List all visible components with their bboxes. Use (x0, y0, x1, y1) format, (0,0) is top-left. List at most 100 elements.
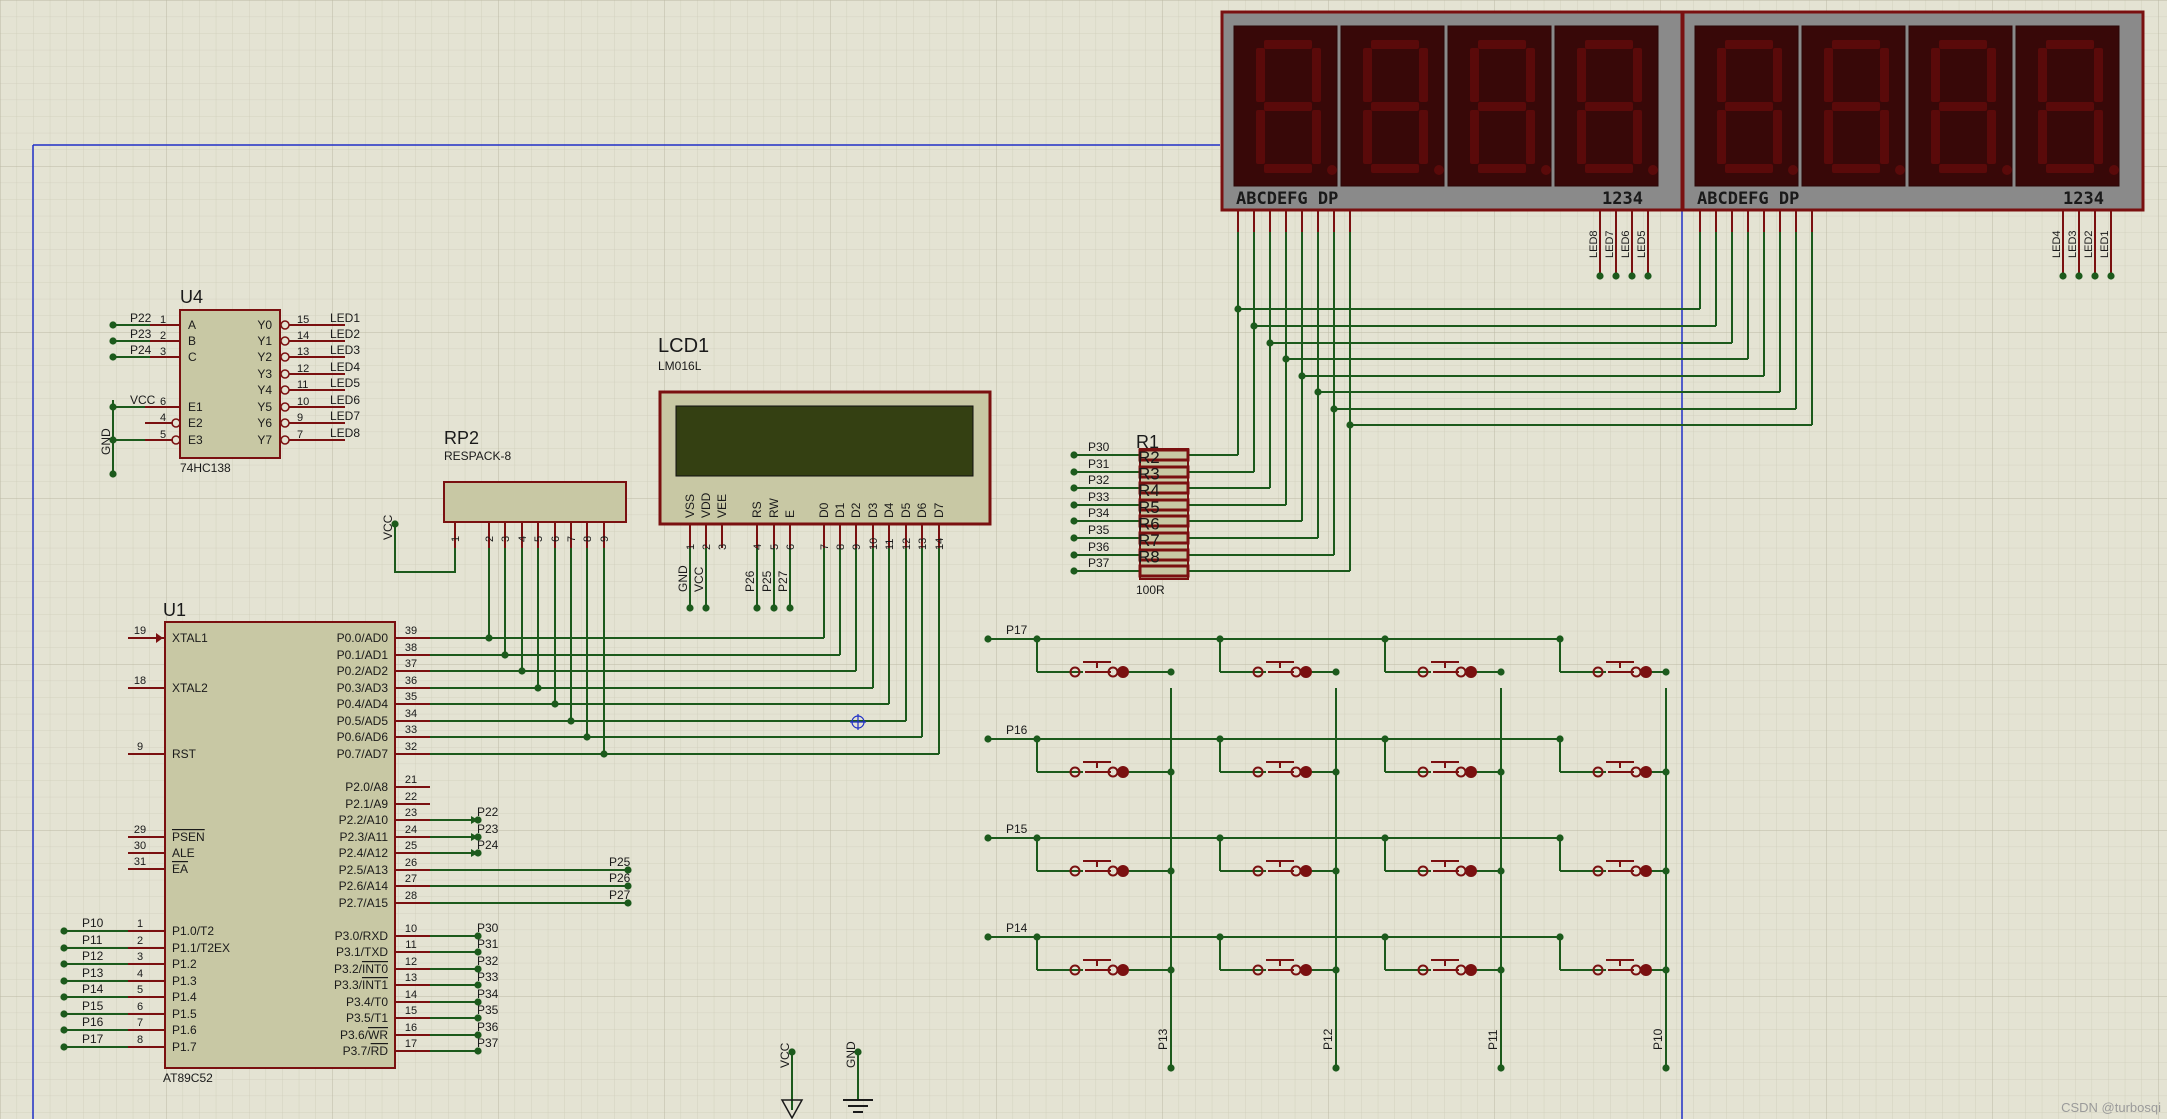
junction-dot (60, 1026, 68, 1034)
seg-segment (1585, 102, 1633, 111)
u1-net-label: P22 (477, 805, 499, 819)
lcd-pin-num: 2 (701, 544, 713, 550)
u1-pin-num: 36 (405, 675, 417, 687)
u4-pin-name: E2 (188, 416, 203, 430)
u1-net-label: P17 (82, 1032, 104, 1046)
u1-net-label: P23 (477, 822, 499, 836)
u1-pin-num: 3 (137, 951, 143, 963)
r1-net-label: P36 (1088, 540, 1110, 554)
u1-pin-name: P2.6/A14 (339, 879, 389, 893)
seg-segment (1832, 102, 1880, 111)
lcd-pin-num: 11 (884, 539, 896, 550)
lcd-pin-num: 6 (785, 544, 797, 550)
junction-dot (1167, 768, 1175, 776)
keypad-row-label: P16 (1006, 723, 1028, 737)
u1-pin-name: EA (172, 862, 188, 876)
seg-segment (2094, 110, 2103, 164)
u4-pin-num: 11 (297, 379, 308, 391)
u1-net-label: P32 (477, 954, 499, 968)
seg-segment (1264, 40, 1312, 49)
u1-ref: U1 (163, 600, 186, 620)
u1-pin-name: P3.7/RD (343, 1044, 389, 1058)
schematic-canvas: U474HC138A1P22B2P23C3P24E16VCCE24E35GNDY… (0, 0, 2167, 1119)
junction-dot (474, 965, 482, 973)
seg-segment (1725, 164, 1773, 173)
seg-dp (2002, 165, 2012, 175)
seg-dp (2109, 165, 2119, 175)
seg-segment (1717, 48, 1726, 102)
lcd-net-label: VCC (692, 566, 706, 592)
junction-dot (1070, 517, 1078, 525)
junction-dot (109, 470, 117, 478)
u1-pin-num: 29 (134, 824, 146, 836)
seg-common-label: LED1 (2099, 230, 2111, 258)
u1-net-label: P16 (82, 1015, 104, 1029)
u4-pin-num: 5 (160, 429, 166, 441)
junction-dot (518, 667, 526, 675)
r1-net-label: P31 (1088, 457, 1110, 471)
lcd-net-label: P26 (743, 570, 757, 592)
u1-pin-num: 27 (405, 873, 417, 885)
u1-pin-num: 12 (405, 956, 417, 968)
seg-dp (1434, 165, 1444, 175)
seg-segment (1939, 40, 1987, 49)
lcd-pin-num: 13 (917, 538, 929, 550)
u1-pin-name: P1.4 (172, 990, 197, 1004)
junction-dot (1167, 668, 1175, 676)
u1-pin-name: P0.6/AD6 (337, 730, 389, 744)
u1-pin-num: 31 (134, 856, 146, 868)
u1-pin-name: P1.7 (172, 1040, 197, 1054)
u1-pin-name: P0.2/AD2 (337, 664, 389, 678)
u4-pin-name: C (188, 350, 197, 364)
junction-dot (1216, 635, 1224, 643)
u1-pin-name: P2.0/A8 (345, 780, 388, 794)
junction-dot (474, 932, 482, 940)
junction-dot (109, 337, 117, 345)
u1-net-label: P31 (477, 937, 499, 951)
junction-dot (583, 733, 591, 741)
u1-net-label: P14 (82, 982, 104, 996)
junction-dot (60, 960, 68, 968)
seg-segment (1931, 48, 1940, 102)
key-button-icon (1640, 666, 1652, 678)
seg-common-label: LED4 (2051, 230, 2063, 258)
junction-dot (984, 834, 992, 842)
lcd-ref: LCD1 (658, 335, 709, 357)
junction-dot (1497, 867, 1505, 875)
lcd-pin-num: 12 (901, 538, 913, 550)
junction-dot (1070, 501, 1078, 509)
u1-pin-name: P0.5/AD5 (337, 714, 389, 728)
lcd-pin-name: VEE (715, 494, 729, 518)
lcd-pin-num: 8 (835, 544, 847, 550)
u1-pin-num: 4 (137, 968, 143, 980)
rp2-pin-num: 9 (599, 536, 611, 542)
junction-dot (1266, 339, 1274, 347)
u1-pin-name: P2.2/A10 (339, 813, 389, 827)
r1-net-label: P30 (1088, 440, 1110, 454)
u1-pin-num: 24 (405, 824, 417, 836)
seg-segment (1526, 48, 1535, 102)
seg-segment (1880, 48, 1889, 102)
u1-pin-name: P2.4/A12 (339, 846, 389, 860)
u1-pin-num: 2 (137, 935, 143, 947)
u1-net-label: P37 (477, 1036, 499, 1050)
lcd-pin-num: 14 (934, 538, 946, 550)
junction-dot (624, 899, 632, 907)
junction-dot (1332, 1064, 1340, 1072)
seg-digit-label: 1234 (2063, 189, 2104, 209)
junction-dot (109, 321, 117, 329)
u4-net-label: P23 (130, 327, 152, 341)
u1-net-label: P15 (82, 999, 104, 1013)
seg-common-label: LED3 (2067, 230, 2079, 258)
junction-dot (1497, 768, 1505, 776)
seg-segment (1264, 164, 1312, 173)
seg-common-label: LED7 (1604, 230, 1616, 258)
seg-segment (1470, 110, 1479, 164)
junction-dot (474, 816, 482, 824)
rp2-pin-num: 6 (550, 536, 562, 542)
keypad-col-label: P11 (1486, 1029, 1500, 1050)
junction-dot (1497, 966, 1505, 974)
u4-pin-num: 13 (297, 346, 309, 358)
seg-segment (1419, 110, 1428, 164)
lcd-part: LM016L (658, 359, 702, 373)
